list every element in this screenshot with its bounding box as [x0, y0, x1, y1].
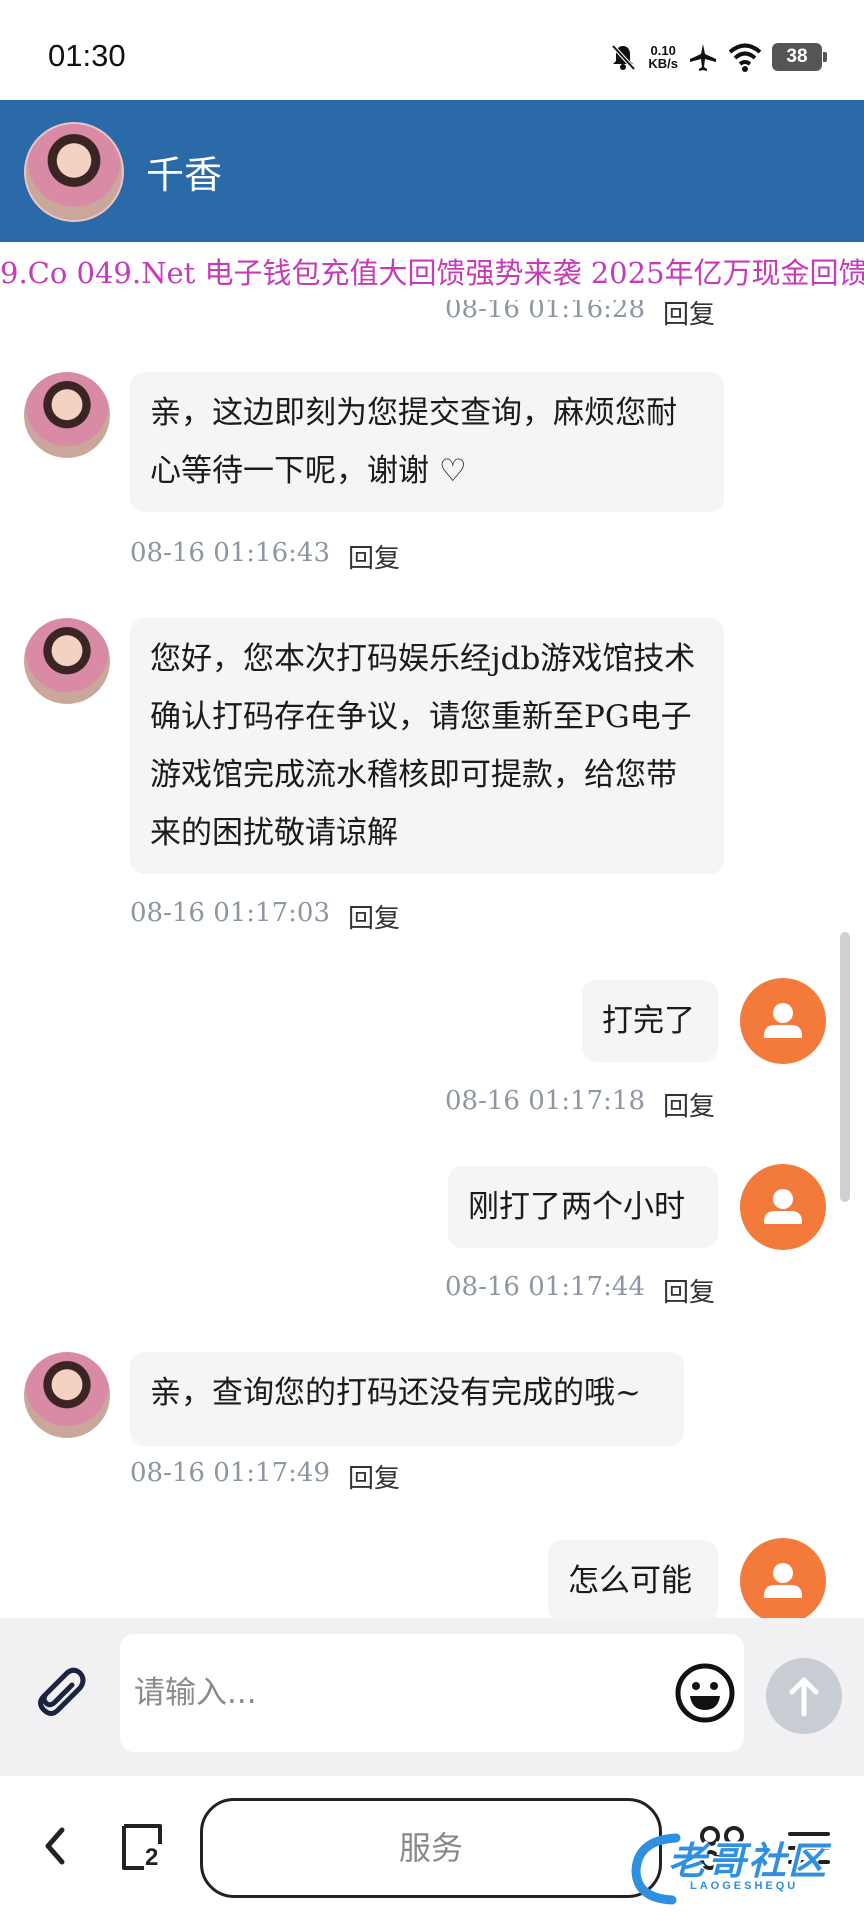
- message-timestamp: 08-16 01:16:43: [130, 538, 330, 568]
- message-timestamp: 08-16 01:17:44: [445, 1272, 645, 1302]
- agent-avatar[interactable]: [24, 1352, 110, 1438]
- network-speed-unit: KB/s: [648, 56, 678, 71]
- battery-indicator: 38: [772, 43, 827, 71]
- bell-muted-icon: [611, 44, 636, 71]
- arrow-up-icon: [789, 1677, 819, 1717]
- user-message-bubble: 刚打了两个小时: [448, 1166, 718, 1248]
- chat-title: 千香: [146, 153, 223, 197]
- back-icon[interactable]: [36, 1822, 76, 1870]
- announcement-text: 9.Co 049.Net 电子钱包充值大回馈强势来袭 2025年亿万现金回馈: [0, 256, 864, 290]
- service-button[interactable]: 服务: [200, 1798, 662, 1898]
- agent-avatar[interactable]: [24, 122, 124, 222]
- user-message-bubble: 怎么可能: [548, 1540, 718, 1618]
- user-avatar[interactable]: [740, 978, 826, 1064]
- send-button[interactable]: [766, 1658, 842, 1734]
- chat-messages[interactable]: 08-16 01:16:28 回复 亲，这边即刻为您提交查询，麻烦您耐心等待一下…: [0, 300, 852, 1618]
- agent-message-bubble: 亲，这边即刻为您提交查询，麻烦您耐心等待一下呢，谢谢 ♡: [130, 372, 724, 512]
- reply-link[interactable]: 回复: [348, 538, 400, 575]
- message-composer: [0, 1618, 864, 1776]
- emoji-icon[interactable]: [674, 1662, 736, 1724]
- chat-header: 千香: [0, 100, 864, 242]
- status-time: 01:30: [48, 38, 126, 73]
- message-timestamp: 08-16 01:16:28: [445, 300, 645, 324]
- paperclip-icon[interactable]: [28, 1658, 90, 1720]
- user-icon: [764, 1189, 802, 1224]
- agent-avatar[interactable]: [24, 618, 110, 704]
- user-message-bubble: 打完了: [582, 980, 718, 1062]
- status-icons: 0.10 KB/s 38: [608, 40, 827, 74]
- user-avatar[interactable]: [740, 1538, 826, 1618]
- user-icon: [764, 1563, 802, 1598]
- message-input[interactable]: [120, 1634, 744, 1752]
- message-timestamp: 08-16 01:17:49: [130, 1458, 330, 1488]
- network-speed: 0.10 KB/s: [648, 44, 678, 70]
- browser-nav-bar: 2 服务 老哥社区 LAOGESHEQU: [0, 1776, 864, 1920]
- user-avatar[interactable]: [740, 1164, 826, 1250]
- wifi-icon: [728, 43, 762, 72]
- watermark-subtext: LAOGESHEQU: [690, 1880, 799, 1892]
- chat-scrollbar[interactable]: [840, 932, 850, 1202]
- reply-link[interactable]: 回复: [348, 898, 400, 935]
- tabs-icon[interactable]: [114, 1820, 168, 1874]
- watermark-text: 老哥社区: [668, 1839, 829, 1883]
- reply-link[interactable]: 回复: [663, 1086, 715, 1123]
- announcement-marquee[interactable]: 9.Co 049.Net 电子钱包充值大回馈强势来袭 2025年亿万现金回馈: [0, 242, 864, 300]
- user-icon: [764, 1003, 802, 1038]
- tab-count: 2: [145, 1844, 159, 1871]
- message-timestamp: 08-16 01:17:03: [130, 898, 330, 928]
- reply-link[interactable]: 回复: [663, 1272, 715, 1309]
- status-bar: 01:30 0.10 KB/s 38: [0, 0, 864, 100]
- reply-link[interactable]: 回复: [348, 1458, 400, 1495]
- agent-message-bubble: 亲，查询您的打码还没有完成的哦~: [130, 1352, 684, 1446]
- message-timestamp: 08-16 01:17:18: [445, 1086, 645, 1116]
- reply-link[interactable]: 回复: [663, 300, 715, 331]
- agent-message-bubble: 您好，您本次打码娱乐经jdb游戏馆技术确认打码存在争议，请您重新至PG电子游戏馆…: [130, 618, 724, 874]
- watermark-logo: 老哥社区 LAOGESHEQU: [628, 1830, 858, 1906]
- airplane-icon: [690, 44, 716, 71]
- agent-avatar[interactable]: [24, 372, 110, 458]
